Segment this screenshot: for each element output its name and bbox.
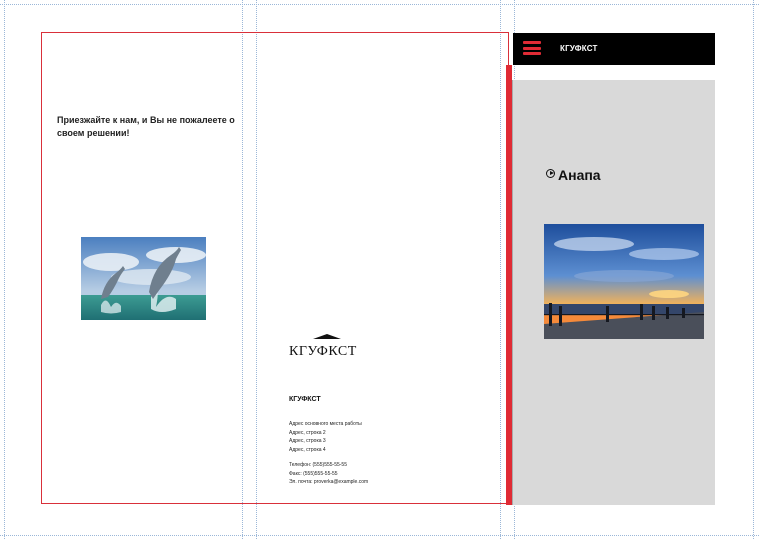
- guide-bottom: [0, 535, 759, 536]
- guide-top: [0, 4, 759, 5]
- address-line-1: Адрес основного места работы: [289, 421, 362, 427]
- guide-right: [753, 0, 754, 539]
- fax-text: Факс: (555)555-55-55: [289, 470, 338, 477]
- address-line-2: Адрес, строка 2: [289, 429, 326, 436]
- guide-left: [4, 0, 5, 539]
- dolphins-photo[interactable]: [81, 237, 206, 320]
- email-text: Эл. почта: proverka@example.com: [289, 479, 369, 486]
- sunset-photo[interactable]: [544, 224, 704, 339]
- header-title[interactable]: КГУФКСТ: [560, 44, 598, 53]
- tagline-text[interactable]: Приезжайте к нам, и Вы не пожалеете о св…: [57, 114, 237, 140]
- phone-text: Телефон: (555)555-55-55: [289, 462, 347, 468]
- place-name: Анапа: [558, 167, 601, 183]
- place-heading[interactable]: Анапа: [546, 163, 601, 183]
- logo-roof-icon: [313, 334, 341, 339]
- address-line-3: Адрес, строка 3: [289, 438, 326, 445]
- play-circle-icon: [546, 168, 555, 178]
- address-line-4: Адрес, строка 4: [289, 446, 326, 453]
- address-block[interactable]: Адрес основного места работы Адрес, стро…: [289, 420, 362, 454]
- menu-icon[interactable]: [523, 41, 541, 55]
- logo-text: КГУФКСТ: [289, 344, 357, 359]
- company-name[interactable]: КГУФКСТ: [289, 396, 321, 403]
- contact-block[interactable]: Телефон: (555)555-55-55 Факс: (555)555-5…: [289, 461, 368, 487]
- header-bar: КГУФКСТ: [513, 33, 715, 65]
